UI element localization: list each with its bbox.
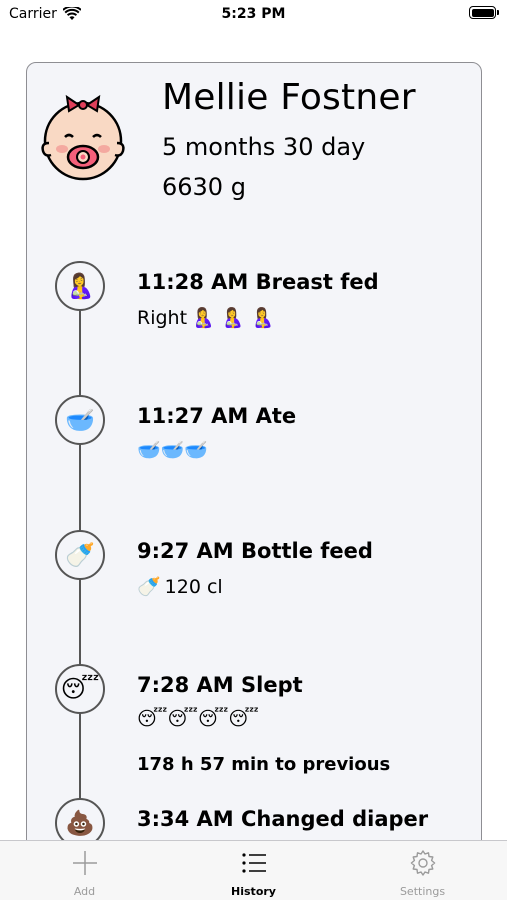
event-detail-text: Right bbox=[137, 307, 188, 329]
breastfeeding-icon: 🤱 bbox=[55, 261, 105, 311]
tab-label: Settings bbox=[399, 885, 446, 898]
baby-bottle-icon: 🍼 bbox=[137, 575, 161, 598]
baby-name: Mellie Fostner bbox=[162, 77, 416, 118]
tab-bar: Add History Settings bbox=[0, 840, 507, 900]
tab-history[interactable]: History bbox=[169, 841, 338, 900]
breastfeeding-icon: 🤱 🤱 🤱 bbox=[191, 306, 275, 329]
tab-add[interactable]: Add bbox=[0, 841, 169, 900]
event-detail: 🥣🥣🥣 bbox=[137, 441, 208, 460]
status-bar: Carrier 5:23 PM bbox=[0, 0, 507, 30]
profile-header: Mellie Fostner 5 months 30 day 6630 g bbox=[27, 63, 481, 243]
baby-history-card: Mellie Fostner 5 months 30 day 6630 g 🤱 … bbox=[26, 62, 482, 852]
sleeping-face-icon: 😴😴😴😴 bbox=[137, 708, 259, 730]
baby-weight: 6630 g bbox=[162, 173, 246, 201]
status-time: 5:23 PM bbox=[221, 6, 286, 22]
event-title: 11:27 AM Ate bbox=[137, 404, 297, 428]
battery-icon bbox=[469, 6, 499, 19]
event-title: 3:34 AM Changed diaper bbox=[137, 807, 429, 831]
list-icon bbox=[241, 853, 266, 873]
event-title: 7:28 AM Slept bbox=[137, 673, 303, 697]
sleeping-face-icon: 😴 bbox=[55, 664, 105, 714]
baby-avatar-icon[interactable] bbox=[37, 91, 129, 183]
tab-label: Add bbox=[73, 885, 96, 898]
event-detail: 😴😴😴😴 bbox=[137, 710, 259, 729]
baby-age: 5 months 30 day bbox=[162, 133, 366, 161]
bowl-icon: 🥣🥣🥣 bbox=[137, 439, 208, 461]
tab-label: History bbox=[231, 885, 276, 898]
bowl-icon: 🥣 bbox=[55, 395, 105, 445]
event-detail: 🍼 120 cl bbox=[137, 576, 223, 598]
event-interval: 178 h 57 min to previous bbox=[137, 754, 391, 775]
event-detail: Right 🤱 🤱 🤱 bbox=[137, 307, 274, 329]
event-title: 11:28 AM Breast fed bbox=[137, 270, 379, 294]
baby-bottle-icon: 🍼 bbox=[55, 530, 105, 580]
event-detail-text: 120 cl bbox=[164, 576, 223, 598]
event-title: 9:27 AM Bottle feed bbox=[137, 539, 373, 563]
plus-icon bbox=[72, 851, 97, 875]
gear-icon bbox=[410, 850, 435, 876]
tab-settings[interactable]: Settings bbox=[338, 841, 507, 900]
